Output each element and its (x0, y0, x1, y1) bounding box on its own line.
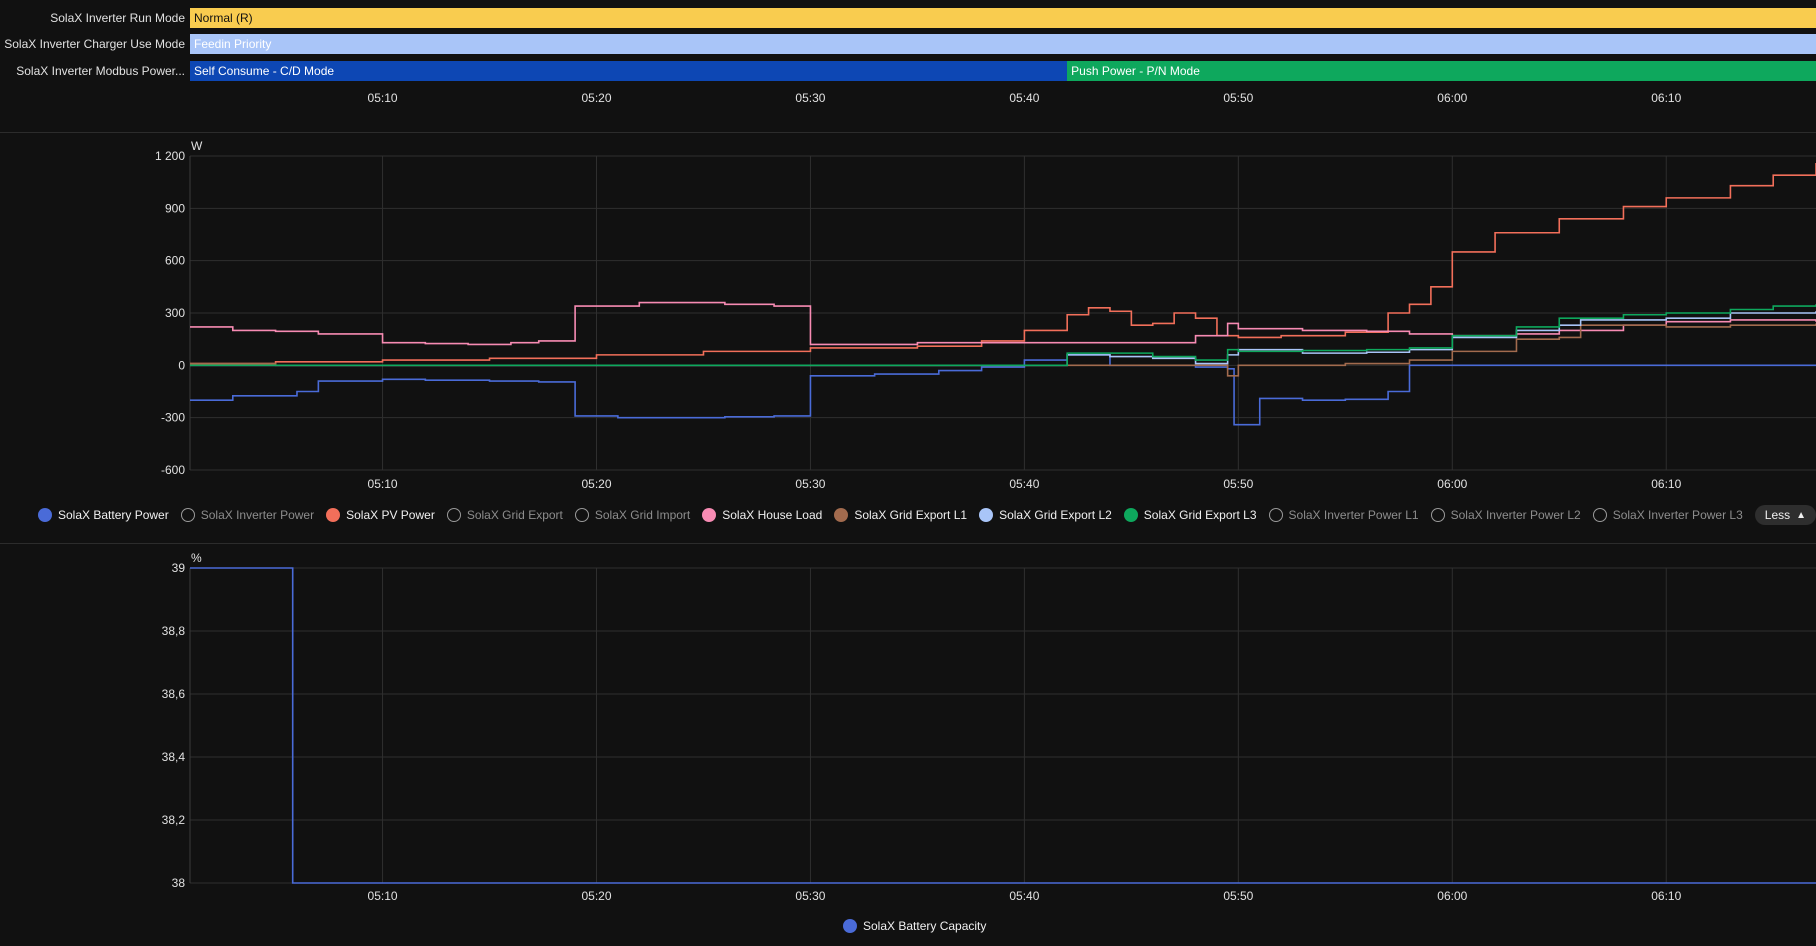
legend-item[interactable]: SolaX Grid Export L1 (834, 508, 967, 522)
x-tick-label: 05:20 (581, 477, 611, 491)
legend-marker-icon (1268, 508, 1283, 522)
legend-item[interactable]: SolaX Inverter Power L2 (1430, 508, 1581, 522)
x-tick-label: 05:30 (795, 889, 825, 903)
power-chart-legend: SolaX Battery Power SolaX Inverter Power S… (38, 505, 1816, 525)
series-line[interactable] (190, 311, 1816, 367)
x-tick-label: 06:10 (1651, 889, 1681, 903)
legend-label: SolaX Battery Power (58, 508, 169, 522)
x-tick-label: 05:50 (1223, 477, 1253, 491)
legend-label: SolaX Inverter Power L3 (1612, 508, 1743, 522)
timeline-segment[interactable]: Push Power - P/N Mode (1067, 61, 1816, 81)
y-tick-label: 38,8 (162, 624, 186, 638)
y-axis-unit: W (191, 139, 203, 153)
x-tick-label: 05:40 (1009, 91, 1039, 105)
x-tick-label: 05:30 (795, 91, 825, 105)
legend-item[interactable]: SolaX Inverter Power L1 (1268, 508, 1419, 522)
x-tick-label: 05:20 (581, 889, 611, 903)
x-tick-label: 05:10 (368, 91, 398, 105)
timeline-segment[interactable]: Self Consume - C/D Mode (190, 61, 1068, 81)
capacity-chart-legend: SolaX Battery Capacity (843, 919, 998, 933)
legend-label: SolaX House Load (722, 508, 823, 522)
y-tick-label: 38,2 (162, 813, 186, 827)
legend-marker-icon (38, 508, 52, 522)
x-tick-label: 05:50 (1223, 889, 1253, 903)
legend-marker-icon (326, 508, 341, 522)
series-line[interactable] (190, 323, 1816, 377)
legend-marker-icon (574, 508, 589, 522)
legend-less-button[interactable]: Less ▲ (1754, 505, 1816, 525)
legend-label: SolaX PV Power (346, 508, 435, 522)
legend-marker-icon (1123, 508, 1138, 522)
x-tick-label: 05:40 (1009, 889, 1039, 903)
timeline-segment[interactable]: Normal (R) (190, 8, 1816, 28)
legend-marker-icon (1592, 508, 1607, 522)
series-line[interactable] (190, 162, 1816, 365)
x-tick-label: 06:00 (1437, 889, 1467, 903)
legend-label: SolaX Inverter Power L1 (1288, 508, 1419, 522)
x-tick-label: 05:50 (1223, 91, 1253, 105)
y-tick-label: 38 (172, 876, 186, 890)
x-tick-label: 05:10 (368, 477, 398, 491)
y-tick-label: 1 200 (155, 149, 185, 163)
x-tick-label: 06:10 (1651, 477, 1681, 491)
legend-marker-icon (1430, 508, 1445, 522)
legend-item[interactable]: SolaX Battery Capacity (843, 919, 986, 933)
y-tick-label: 600 (165, 254, 185, 268)
legend-label: SolaX Grid Import (594, 508, 691, 522)
timeline-segment[interactable]: Feedin Priority (190, 34, 1816, 54)
section-divider (0, 132, 1816, 133)
legend-less-label: Less (1764, 508, 1791, 522)
legend-marker-icon (834, 508, 849, 522)
legend-label: SolaX Grid Export L3 (1143, 508, 1257, 522)
x-tick-label: 06:00 (1437, 477, 1467, 491)
legend-item[interactable]: SolaX House Load (702, 508, 822, 522)
series-line[interactable] (190, 567, 1816, 884)
legend-item[interactable]: SolaX Battery Power (38, 508, 169, 522)
x-tick-label: 05:40 (1009, 477, 1039, 491)
legend-marker-icon (180, 508, 195, 522)
chevron-up-icon: ▲ (1796, 509, 1807, 521)
x-tick-label: 05:30 (795, 477, 825, 491)
legend-label: SolaX Grid Export L1 (854, 508, 968, 522)
legend-label: SolaX Inverter Power L2 (1450, 508, 1581, 522)
legend-item[interactable]: SolaX Inverter Power (180, 508, 315, 522)
legend-item[interactable]: SolaX PV Power (326, 508, 435, 522)
legend-marker-icon (979, 508, 994, 522)
y-tick-label: 900 (165, 201, 185, 215)
y-tick-label: 300 (165, 306, 185, 320)
legend-item[interactable]: SolaX Grid Import (574, 508, 691, 522)
legend-label: SolaX Grid Export (466, 508, 563, 522)
x-tick-label: 05:10 (368, 889, 398, 903)
legend-label: SolaX Battery Capacity (863, 919, 987, 933)
x-tick-label: 06:00 (1437, 91, 1467, 105)
legend-item[interactable]: SolaX Inverter Power L3 (1592, 508, 1743, 522)
timeline-row-label: SolaX Inverter Modbus Power... (16, 64, 185, 78)
x-tick-label: 05:20 (581, 91, 611, 105)
legend-label: SolaX Inverter Power (200, 508, 315, 522)
legend-marker-icon (702, 508, 717, 522)
x-tick-label: 06:10 (1651, 91, 1681, 105)
y-tick-label: 38,6 (162, 687, 186, 701)
y-tick-label: -300 (161, 411, 185, 425)
legend-item[interactable]: SolaX Grid Export (446, 508, 563, 522)
y-tick-label: 39 (172, 561, 186, 575)
capacity-chart: 38 38,2 38,4 38,6 38,8 39 05:10 05:20 05:30 05:40… (162, 551, 1816, 903)
power-chart: -600 -300 0 300 600 900 1 200 05:10 05:20 05:30 05… (155, 139, 1816, 491)
timeline-row-label: SolaX Inverter Run Mode (50, 11, 185, 25)
timeline-row-label: SolaX Inverter Charger Use Mode (4, 37, 185, 51)
legend-label: SolaX Grid Export L2 (999, 508, 1112, 522)
section-divider (0, 543, 1816, 544)
y-tick-label: -600 (161, 463, 185, 477)
legend-item[interactable]: SolaX Grid Export L2 (979, 508, 1112, 522)
y-axis-unit: % (191, 551, 202, 565)
y-tick-label: 38,4 (162, 750, 186, 764)
legend-item[interactable]: SolaX Grid Export L3 (1123, 508, 1257, 522)
legend-marker-icon (843, 919, 857, 933)
legend-marker-icon (446, 508, 461, 522)
y-tick-label: 0 (178, 358, 185, 372)
timeline-x-axis: 05:10 05:20 05:30 05:40 05:50 06:00 06:10 (368, 91, 1682, 105)
